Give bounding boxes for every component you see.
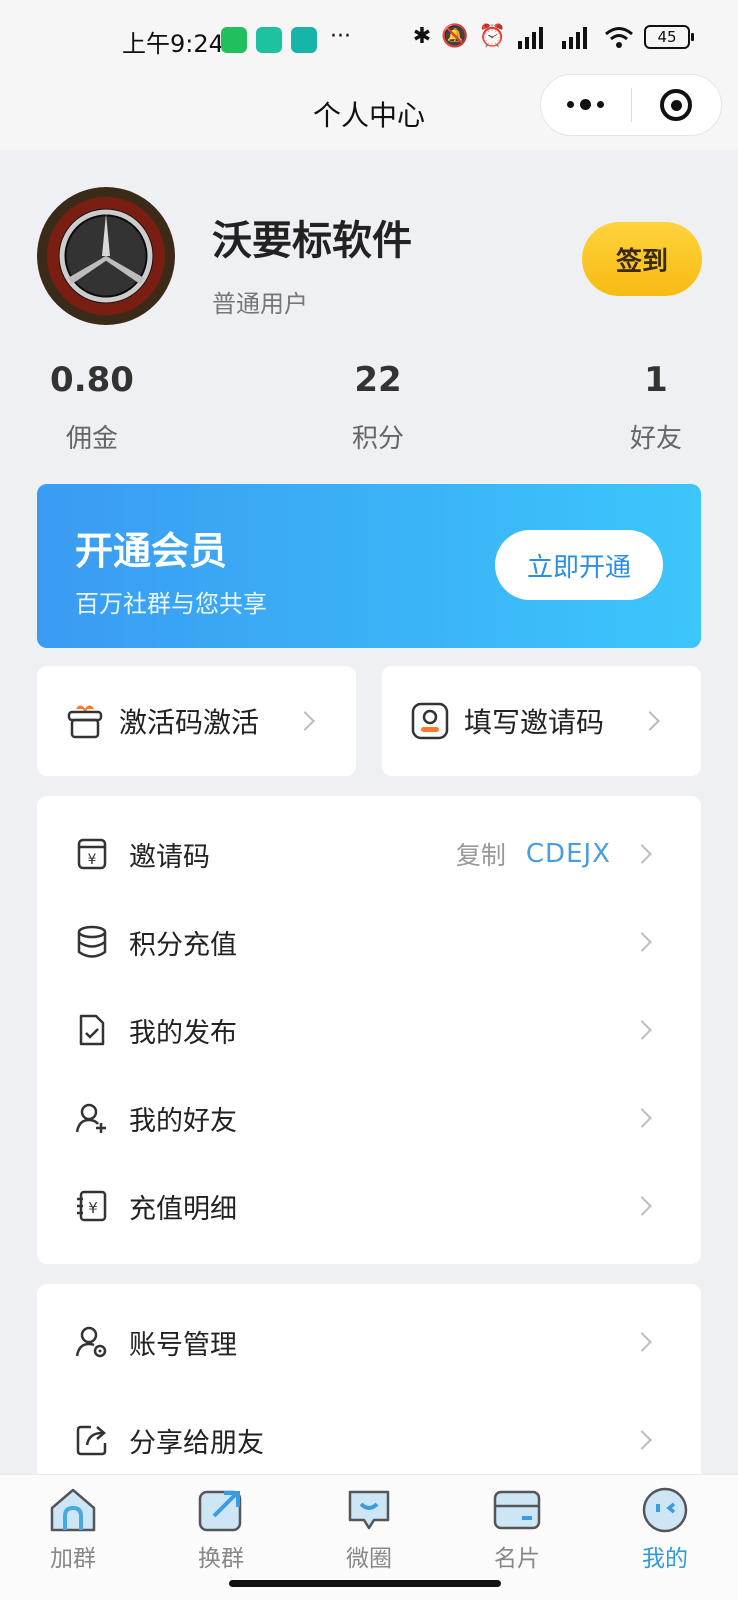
- user-name: 沃要标软件: [212, 218, 412, 264]
- chevron-right-icon: [632, 1430, 652, 1450]
- tab-mine[interactable]: 我的: [615, 1485, 715, 1573]
- tab-business-card[interactable]: 名片: [467, 1485, 567, 1573]
- stat-label: 好友: [629, 424, 682, 454]
- stat-friends[interactable]: 1 好友: [604, 360, 708, 455]
- bluetooth-icon: ✱: [412, 24, 432, 49]
- avatar[interactable]: [37, 187, 175, 325]
- tab-label: 我的: [642, 1546, 688, 1572]
- wechat-icon: [221, 27, 247, 53]
- signin-button[interactable]: 签到: [582, 222, 702, 296]
- menu-item-invite-code[interactable]: ¥ 邀请码 复制 CDEJX: [37, 810, 701, 898]
- copy-button[interactable]: 复制: [456, 836, 506, 872]
- chevron-right-icon: [295, 711, 315, 731]
- my-posts-label: 我的发布: [129, 1017, 237, 1049]
- close-mini-program-button[interactable]: [632, 89, 722, 121]
- home-indicator: [229, 1580, 501, 1587]
- profile-icon: [640, 1485, 690, 1535]
- fill-invite-code-card[interactable]: 填写邀请码: [382, 666, 701, 776]
- stat-label: 积分: [351, 424, 404, 454]
- vip-title: 开通会员: [75, 529, 228, 573]
- wifi-icon: [605, 26, 633, 48]
- chevron-right-icon: [632, 844, 652, 864]
- exchange-group-icon: [196, 1485, 246, 1535]
- chevron-right-icon: [632, 932, 652, 952]
- menu-secondary: 账号管理 分享给朋友: [37, 1284, 701, 1474]
- fill-invite-code-label: 填写邀请码: [464, 706, 605, 739]
- chevron-right-icon: [632, 1108, 652, 1128]
- battery-icon: 45: [644, 24, 694, 49]
- stat-label: 佣金: [65, 424, 118, 454]
- chevron-right-icon: [632, 1020, 652, 1040]
- stat-value: 1: [644, 360, 668, 400]
- id-card-icon: [411, 702, 449, 740]
- menu-item-share-to-friends[interactable]: 分享给朋友: [37, 1396, 701, 1484]
- gift-icon: [67, 705, 103, 739]
- stat-value: 22: [354, 360, 402, 400]
- vip-open-button[interactable]: 立即开通: [495, 530, 663, 600]
- more-options-button[interactable]: [541, 98, 631, 110]
- stat-points[interactable]: 22 积分: [326, 360, 430, 455]
- status-bar: 上午9:24 ··· ✱ 🔕 ⏰ 45: [0, 0, 738, 80]
- recharge-details-label: 充值明细: [129, 1193, 237, 1225]
- more-notifications: ···: [330, 24, 351, 49]
- tab-label: 名片: [494, 1546, 540, 1572]
- alarm-icon: ⏰: [478, 24, 506, 49]
- tab-exchange-group[interactable]: 换群: [171, 1485, 271, 1573]
- points-recharge-label: 积分充值: [129, 929, 237, 961]
- join-group-icon: [48, 1485, 98, 1535]
- tab-label: 微圈: [346, 1546, 392, 1572]
- signal-icon: [518, 26, 543, 49]
- tab-label: 加群: [50, 1546, 96, 1572]
- share-icon: [73, 1421, 111, 1459]
- activation-code-card[interactable]: 激活码激活: [37, 666, 356, 776]
- moments-icon: [344, 1485, 394, 1535]
- invite-code-label: 邀请码: [129, 841, 210, 873]
- menu-item-account-management[interactable]: 账号管理: [37, 1298, 701, 1386]
- account-settings-icon: [73, 1323, 111, 1361]
- status-time: 上午9:24: [122, 30, 224, 58]
- recharge-detail-icon: ¥: [73, 1187, 111, 1225]
- nav-bar: 个人中心: [0, 74, 738, 150]
- invite-code-icon: ¥: [73, 835, 111, 873]
- mercedes-logo: [59, 209, 153, 303]
- add-friend-icon: [73, 1099, 111, 1137]
- chevron-right-icon: [640, 711, 660, 731]
- card-icon: [492, 1485, 542, 1535]
- chevron-right-icon: [632, 1332, 652, 1352]
- menu-item-points-recharge[interactable]: 积分充值: [37, 898, 701, 986]
- tab-label: 换群: [198, 1546, 244, 1572]
- vip-subtitle: 百万社群与您共享: [75, 590, 267, 618]
- my-friends-label: 我的好友: [129, 1105, 237, 1137]
- user-level: 普通用户: [212, 290, 308, 318]
- stat-commission[interactable]: 0.80 佣金: [40, 360, 144, 455]
- svg-text:¥: ¥: [88, 1199, 98, 1217]
- menu-item-my-friends[interactable]: 我的好友: [37, 1074, 701, 1162]
- tab-join-group[interactable]: 加群: [23, 1485, 123, 1573]
- account-management-label: 账号管理: [129, 1329, 237, 1361]
- document-check-icon: [73, 1011, 111, 1049]
- menu-main: ¥ 邀请码 复制 CDEJX 积分充值 我的发布 我的好友 ¥ 充值明细: [37, 796, 701, 1264]
- database-icon: [73, 923, 111, 961]
- mini-program-capsule: [540, 74, 722, 136]
- chevron-right-icon: [632, 1196, 652, 1216]
- tab-moments[interactable]: 微圈: [319, 1485, 419, 1573]
- invite-code-value[interactable]: CDEJX: [526, 839, 611, 869]
- signal-icon: [562, 26, 587, 49]
- activation-code-label: 激活码激活: [119, 706, 260, 739]
- svg-text:¥: ¥: [88, 852, 97, 868]
- stat-value: 0.80: [50, 360, 134, 400]
- menu-item-recharge-details[interactable]: ¥ 充值明细: [37, 1162, 701, 1250]
- vip-banner[interactable]: 开通会员 百万社群与您共享 立即开通: [37, 484, 701, 648]
- app-icon: [256, 27, 282, 53]
- share-to-friends-label: 分享给朋友: [129, 1427, 264, 1459]
- mute-icon: 🔕: [441, 24, 469, 49]
- boss-app-icon: [291, 27, 317, 53]
- menu-item-my-posts[interactable]: 我的发布: [37, 986, 701, 1074]
- status-indicators: ✱ 🔕 ⏰ 45: [412, 24, 694, 49]
